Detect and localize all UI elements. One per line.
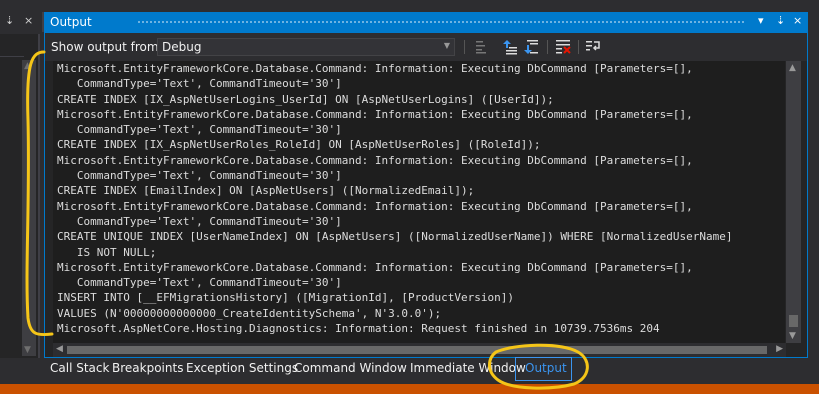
title-bar-grip bbox=[137, 20, 745, 25]
pin-icon[interactable]: ⇣ bbox=[5, 14, 14, 27]
next-message-icon[interactable] bbox=[523, 39, 539, 55]
scroll-right-arrow-icon[interactable]: ▶ bbox=[776, 344, 783, 354]
find-message-icon[interactable] bbox=[473, 39, 489, 55]
output-window: Output ▾ ⇣ × Show output from: Debug ▼ M… bbox=[44, 12, 808, 358]
output-title-bar[interactable]: Output ▾ ⇣ × bbox=[45, 13, 807, 33]
tab-breakpoints[interactable]: Breakpoints bbox=[112, 361, 183, 375]
output-toolbar: Show output from: Debug ▼ bbox=[45, 33, 807, 61]
pin-icon[interactable]: ⇣ bbox=[776, 14, 785, 27]
left-panel-scrollbar[interactable]: ▲ ▼ bbox=[22, 60, 36, 356]
scroll-down-arrow-icon[interactable]: ▼ bbox=[24, 345, 31, 355]
close-icon[interactable]: × bbox=[24, 14, 33, 27]
tab-call-stack[interactable]: Call Stack bbox=[50, 361, 109, 375]
toolbar-separator bbox=[547, 40, 548, 54]
left-panel-header: ⇣ × bbox=[0, 12, 44, 32]
output-vertical-scrollbar[interactable]: ▲ ▼ bbox=[786, 61, 801, 343]
tab-output[interactable]: Output bbox=[525, 361, 567, 375]
tab-command-window[interactable]: Command Window bbox=[294, 361, 407, 375]
output-window-title: Output bbox=[50, 15, 92, 29]
scroll-up-arrow-icon[interactable]: ▲ bbox=[24, 61, 31, 71]
status-bar bbox=[0, 384, 819, 394]
toggle-word-wrap-icon[interactable] bbox=[585, 39, 601, 55]
toolbar-separator bbox=[464, 40, 465, 54]
vertical-scroll-thumb[interactable] bbox=[789, 315, 798, 327]
toolbar-separator bbox=[578, 40, 579, 54]
bottom-tool-tabs: Call Stack Breakpoints Exception Setting… bbox=[44, 350, 604, 381]
window-menu-icon[interactable]: ▾ bbox=[758, 14, 764, 27]
scroll-down-arrow-icon[interactable]: ▼ bbox=[789, 331, 796, 341]
output-source-value: Debug bbox=[162, 40, 202, 54]
output-log-area[interactable]: Microsoft.EntityFrameworkCore.Database.C… bbox=[53, 61, 785, 343]
tab-immediate-window[interactable]: Immediate Window bbox=[410, 361, 526, 375]
close-icon[interactable]: × bbox=[793, 14, 802, 27]
tab-exception-settings[interactable]: Exception Settings bbox=[186, 361, 298, 375]
scroll-up-arrow-icon[interactable]: ▲ bbox=[789, 63, 796, 73]
chevron-down-icon: ▼ bbox=[443, 41, 450, 50]
clear-all-icon[interactable] bbox=[555, 39, 571, 55]
output-log-text: Microsoft.EntityFrameworkCore.Database.C… bbox=[57, 62, 733, 336]
output-source-dropdown[interactable]: Debug ▼ bbox=[157, 38, 455, 56]
previous-message-icon[interactable] bbox=[502, 39, 518, 55]
show-output-from-label: Show output from: bbox=[51, 40, 163, 54]
left-panel-divider bbox=[0, 56, 24, 57]
